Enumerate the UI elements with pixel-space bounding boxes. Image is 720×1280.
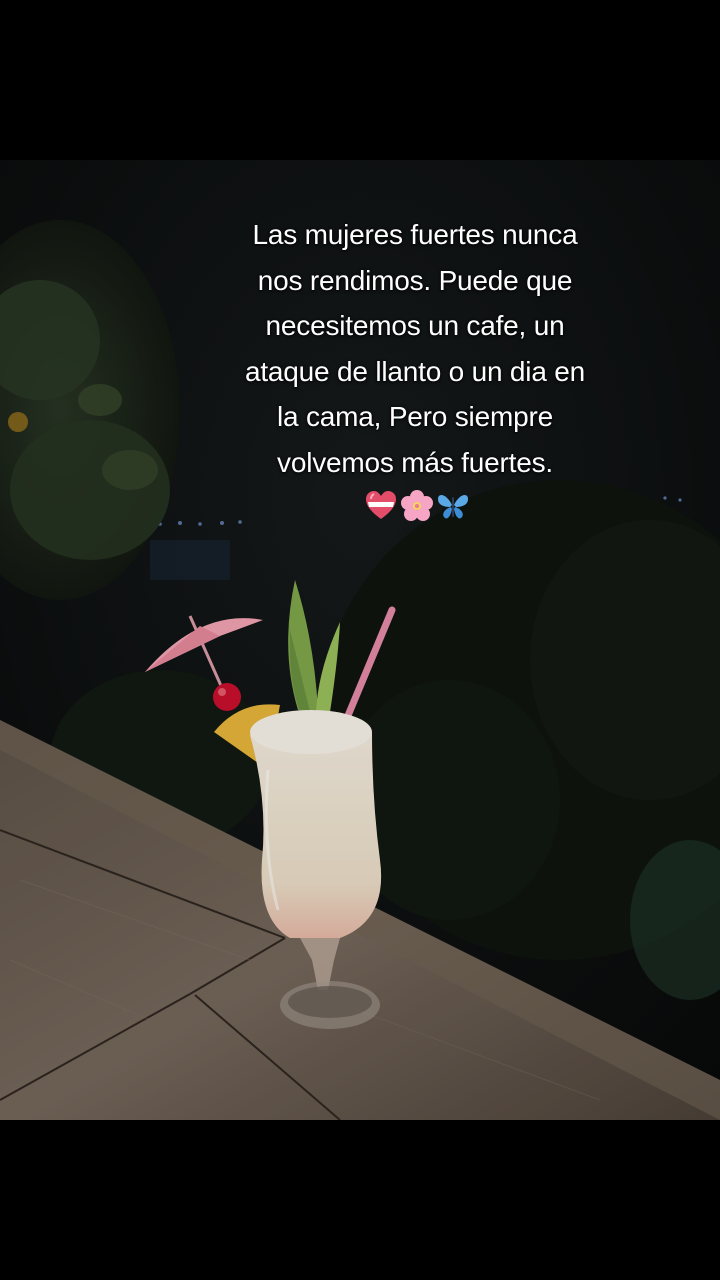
cherry-blossom-icon [401,490,433,521]
letterbox-top [0,0,720,160]
caption-line: nos rendimos. Puede que [257,264,573,296]
heart-ribbon-icon [366,491,396,519]
emoji-row [364,488,470,524]
caption-line: ataque de llanto o un dia en [244,355,586,387]
caption-line: volvemos más fuertes. [277,446,553,478]
caption-line: necesitemos un cafe, un [265,310,565,341]
letterbox-bottom [0,1120,720,1280]
butterfly-icon [438,495,468,519]
caption-line: Las mujeres fuertes nunca [252,219,578,250]
caption-line: la cama, Pero siempre [277,401,553,432]
post-caption: Las mujeres fuertes nunca nos rendimos. … [200,212,630,485]
